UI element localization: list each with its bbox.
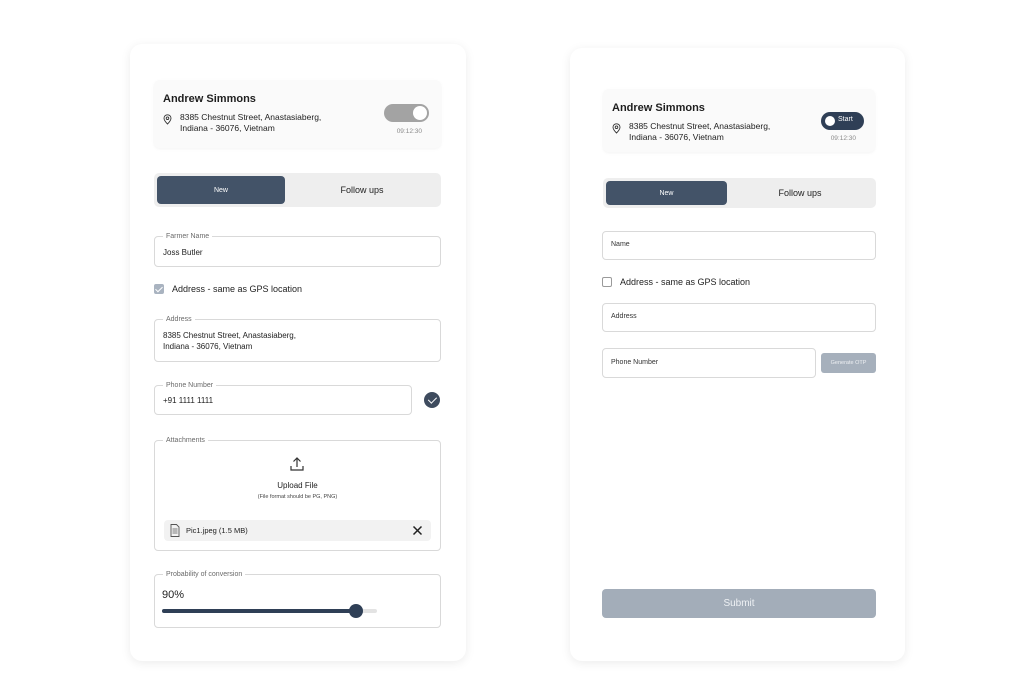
start-toggle-label: Start [838, 116, 853, 123]
toggle-knob [413, 106, 427, 120]
farmer-name-value: Joss Butler [163, 248, 203, 257]
lead-form-filled-card: Andrew Simmons 8385 Chestnut Street, Ana… [130, 44, 466, 661]
profile-card: Andrew Simmons 8385 Chestnut Street, Ana… [603, 89, 875, 152]
tab-follow-ups[interactable]: Follow ups [727, 181, 873, 205]
attached-file-row: Pic1.jpeg (1.5 MB) [164, 520, 431, 541]
phone-number-input[interactable]: Phone Number [602, 348, 816, 378]
same-as-gps-label: Address - same as GPS location [620, 277, 751, 287]
profile-time: 09:12:30 [830, 135, 856, 142]
upload-format-hint: (File format should be PG, PNG) [257, 494, 338, 500]
profile-address: 8385 Chestnut Street, Anastasiaberg, Ind… [629, 121, 771, 142]
farmer-name-field[interactable]: Farmer Name Joss Butler [154, 232, 441, 267]
tab-new[interactable]: New [157, 176, 285, 204]
probability-value: 90% [162, 589, 185, 601]
phone-number-label: Phone Number [163, 381, 217, 390]
slider-fill [162, 609, 356, 613]
profile-name: Andrew Simmons [163, 93, 256, 105]
profile-address: 8385 Chestnut Street, Anastasiaberg, Ind… [180, 112, 322, 133]
address-placeholder: Address [611, 313, 637, 320]
name-placeholder: Name [611, 241, 630, 248]
profile-name: Andrew Simmons [612, 102, 705, 114]
upload-icon[interactable] [289, 456, 305, 472]
address-input[interactable]: Address [602, 303, 876, 332]
tab-bar: New Follow ups [603, 178, 876, 208]
tab-bar: New Follow ups [154, 173, 441, 207]
start-toggle[interactable]: Start [821, 112, 864, 130]
verified-check-icon [424, 392, 440, 408]
location-pin-icon [163, 114, 172, 125]
tab-follow-ups[interactable]: Follow ups [285, 176, 439, 204]
same-as-gps-checkbox[interactable] [602, 277, 612, 287]
attachments-label: Attachments [163, 436, 208, 445]
address-value: 8385 Chestnut Street, Anastasiaberg, Ind… [163, 331, 296, 351]
profile-time: 09:12:30 [396, 128, 422, 135]
probability-slider[interactable] [162, 604, 377, 618]
profile-card: Andrew Simmons 8385 Chestnut Street, Ana… [154, 80, 441, 148]
document-icon [170, 524, 180, 537]
name-input[interactable]: Name [602, 231, 876, 260]
attached-file-name: Pic1.jpeg (1.5 MB) [186, 526, 248, 535]
same-as-gps-checkbox[interactable] [154, 284, 164, 294]
location-pin-icon [612, 123, 621, 134]
phone-number-field[interactable]: Phone Number +91 1111 1111 [154, 381, 412, 415]
address-label: Address [163, 315, 195, 324]
remove-file-close-icon[interactable] [412, 525, 423, 536]
attachments-field: Attachments Upload File (File format sho… [154, 436, 441, 551]
toggle-knob [825, 116, 835, 126]
address-field[interactable]: Address 8385 Chestnut Street, Anastasiab… [154, 315, 441, 362]
submit-button[interactable]: Submit [602, 589, 876, 618]
probability-label: Probability of conversion [163, 570, 246, 579]
same-as-gps-label: Address - same as GPS location [172, 284, 303, 294]
phone-number-value: +91 1111 1111 [163, 396, 214, 405]
tracking-toggle[interactable] [384, 104, 429, 122]
probability-field: Probability of conversion 90% [154, 570, 441, 628]
lead-form-empty-card: Andrew Simmons 8385 Chestnut Street, Ana… [570, 48, 905, 661]
slider-handle[interactable] [348, 604, 363, 618]
upload-file-link[interactable]: Upload File [155, 481, 440, 490]
generate-otp-button[interactable]: Generate OTP [821, 353, 876, 373]
phone-number-placeholder: Phone Number [611, 359, 659, 366]
tab-new[interactable]: New [606, 181, 727, 205]
farmer-name-label: Farmer Name [163, 232, 213, 241]
